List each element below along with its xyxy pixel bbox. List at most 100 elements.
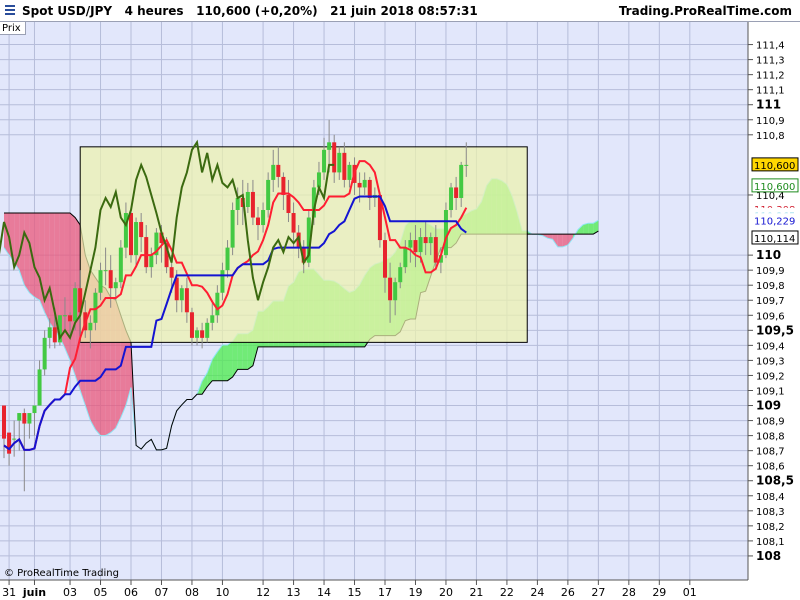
header-bar: Spot USD/JPY 4 heures 110,600 (+0,20%) 2…: [0, 0, 800, 22]
candle-body: [403, 247, 408, 268]
candle-body: [291, 213, 296, 233]
candle-body: [266, 179, 271, 211]
price-chart[interactable]: 111,4111,3111,2111,1111110,9110,8110,411…: [0, 0, 800, 600]
candle-body: [449, 187, 454, 211]
y-tick-label: 109,4: [756, 341, 785, 352]
y-tick-label: 111,3: [756, 56, 785, 67]
candle-body: [256, 217, 260, 226]
site-name[interactable]: Trading.ProRealTime.com: [619, 4, 792, 18]
candle-body: [220, 270, 225, 293]
candle-body: [7, 432, 12, 454]
copyright-text: © ProRealTime Trading: [4, 568, 119, 579]
candle-body: [68, 315, 73, 322]
kumo-segment: [227, 341, 233, 381]
candle-body: [27, 413, 32, 424]
candle-body: [42, 337, 47, 370]
y-tick-label: 108: [756, 549, 781, 563]
candle-body: [62, 315, 67, 317]
candle-body: [245, 191, 250, 207]
y-tick-label: 108,6: [756, 462, 785, 473]
y-tick-label: 108,8: [756, 432, 785, 443]
candle-body: [134, 222, 139, 256]
candle-body: [235, 197, 240, 211]
x-tick-label: 27: [591, 586, 605, 599]
candle-body: [423, 237, 428, 244]
y-tick-label: 108,5: [756, 474, 794, 488]
x-tick-label: 24: [530, 586, 544, 599]
candle-body: [367, 179, 372, 198]
y-tick-label: 110,9: [756, 116, 785, 127]
y-tick-label: 111,1: [756, 86, 785, 97]
candle-body: [286, 194, 291, 214]
candle-body: [388, 277, 393, 301]
y-tick-label: 108,4: [756, 492, 785, 503]
candle-body: [189, 312, 194, 338]
candle-body: [225, 247, 230, 271]
x-tick-label: 15: [348, 586, 362, 599]
y-tick-label: 109,1: [756, 386, 785, 397]
candle-body: [215, 292, 220, 316]
candle-body: [118, 247, 123, 283]
candle-body: [357, 182, 362, 188]
y-tick-label: 111,2: [756, 71, 785, 82]
x-tick-label: 03: [63, 586, 77, 599]
y-tick-label: 109,2: [756, 371, 785, 382]
price-label: 110,229: [754, 217, 795, 228]
x-tick-label: 05: [94, 586, 108, 599]
candle-body: [108, 270, 113, 289]
candle-body: [103, 270, 108, 272]
candle-body: [195, 330, 200, 338]
x-tick-label: 17: [378, 586, 392, 599]
candle-body: [281, 176, 286, 195]
candle-body: [184, 288, 189, 313]
x-tick-label: 12: [256, 586, 270, 599]
candle-body: [327, 142, 332, 150]
kumo-segment: [222, 344, 228, 381]
candle-body: [408, 240, 413, 248]
candle-body: [464, 164, 469, 166]
x-tick-label: 28: [622, 586, 636, 599]
x-tick-label: 20: [439, 586, 453, 599]
candle-body: [230, 210, 235, 248]
candle-body: [337, 152, 342, 173]
panel-label[interactable]: Prix: [0, 22, 26, 35]
candle-body: [139, 222, 144, 238]
y-tick-label: 108,9: [756, 417, 785, 428]
x-tick-label: 06: [124, 586, 138, 599]
y-tick-label: 109,6: [756, 311, 785, 322]
x-tick-label: 22: [500, 586, 514, 599]
x-tick-label: 13: [287, 586, 301, 599]
candle-body: [210, 315, 215, 323]
x-tick-label: 26: [561, 586, 575, 599]
y-tick-label: 108,3: [756, 507, 785, 518]
candle-body: [250, 191, 255, 218]
menu-icon[interactable]: [5, 5, 15, 16]
y-tick-label: 109: [756, 399, 781, 413]
x-tick-label: 10: [215, 586, 229, 599]
candle-body: [347, 164, 352, 180]
kumo-segment: [557, 234, 563, 247]
price-label: 110,600: [754, 161, 795, 172]
kumo-segment: [34, 213, 40, 301]
x-tick-label: 14: [317, 586, 331, 599]
y-tick-label: 110: [756, 248, 781, 262]
candle-body: [98, 270, 103, 293]
y-tick-label: 110,8: [756, 131, 785, 142]
candle-body: [362, 179, 367, 188]
candle-body: [17, 413, 22, 421]
kumo-segment: [588, 223, 594, 235]
candle-body: [200, 330, 205, 338]
candle-body: [428, 237, 433, 244]
y-tick-label: 109,8: [756, 281, 785, 292]
y-tick-label: 111,4: [756, 41, 785, 52]
x-tick-label: 07: [154, 586, 168, 599]
y-tick-label: 109,9: [756, 266, 785, 277]
candle-body: [149, 255, 154, 268]
candle-body: [47, 327, 52, 338]
y-tick-label: 111: [756, 98, 781, 112]
candle-body: [393, 282, 398, 301]
candle-body: [418, 237, 423, 253]
chart-title: Spot USD/JPY 4 heures 110,600 (+0,20%) 2…: [22, 4, 478, 18]
candle-body: [52, 327, 57, 343]
candle-body: [459, 164, 464, 198]
